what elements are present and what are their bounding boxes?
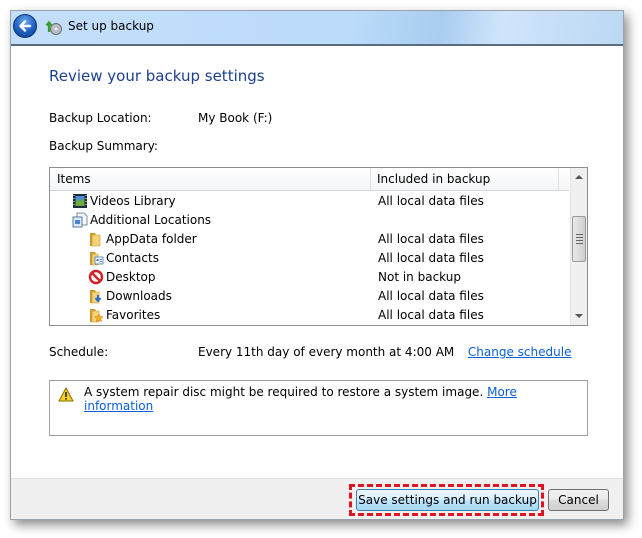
item-included: All local data files [378, 289, 484, 303]
item-name: Favorites [106, 308, 161, 322]
list-item[interactable]: Contacts All local data files [50, 249, 569, 268]
item-name: Desktop [106, 270, 156, 284]
schedule-value: Every 11th day of every month at 4:00 AM [198, 345, 455, 359]
backup-location-value: My Book (F:) [198, 111, 273, 125]
list-item[interactable]: Additional Locations [50, 211, 569, 230]
not-included-icon [88, 269, 104, 285]
vertical-scrollbar[interactable] [570, 168, 587, 325]
item-included: All local data files [378, 308, 484, 322]
backup-summary-list[interactable]: Items Included in backup Videos Library … [49, 167, 588, 326]
item-included: Not in backup [378, 270, 461, 284]
additional-locations-icon [72, 212, 88, 228]
schedule-label: Schedule: [49, 345, 109, 359]
folder-icon [90, 233, 101, 247]
grip-line [576, 239, 583, 241]
list-item[interactable]: Downloads All local data files [50, 287, 569, 306]
grip-line [576, 236, 583, 238]
window-title: Set up backup [68, 19, 154, 33]
scroll-down-arrow-icon[interactable] [575, 314, 583, 318]
list-header: Items Included in backup [50, 168, 569, 191]
video-library-icon [73, 194, 87, 208]
title-bar: Set up backup [11, 11, 623, 46]
item-name: Downloads [106, 289, 172, 303]
item-name: AppData folder [106, 232, 197, 246]
item-name: Additional Locations [90, 213, 212, 227]
scroll-up-arrow-icon[interactable] [575, 175, 583, 179]
save-and-run-backup-button[interactable]: Save settings and run backup [356, 489, 539, 511]
column-divider[interactable] [370, 168, 371, 190]
schedule-row: Every 11th day of every month at 4:00 AM… [198, 345, 571, 359]
column-header-included[interactable]: Included in backup [377, 172, 490, 186]
backup-summary-label: Backup Summary: [49, 139, 158, 153]
scrollbar-thumb[interactable] [572, 215, 586, 262]
grip-line [576, 233, 583, 235]
backup-location-label: Backup Location: [49, 111, 152, 125]
item-name: Contacts [106, 251, 159, 265]
list-item[interactable]: AppData folder All local data files [50, 230, 569, 249]
list-item[interactable]: Desktop Not in backup [50, 268, 569, 287]
item-included: All local data files [378, 251, 484, 265]
warning-text: A system repair disc might be required t… [84, 385, 484, 399]
favorites-folder-icon [90, 309, 104, 323]
setup-backup-window: Set up backup Review your backup setting… [10, 10, 624, 520]
item-included: All local data files [378, 232, 484, 246]
list-item[interactable]: Videos Library All local data files [50, 192, 569, 211]
grip-line [576, 242, 583, 244]
warning-icon [58, 387, 74, 402]
item-included: All local data files [378, 194, 484, 208]
page-heading: Review your backup settings [49, 67, 265, 85]
change-schedule-link[interactable]: Change schedule [468, 345, 572, 359]
warning-box: A system repair disc might be required t… [49, 380, 588, 436]
downloads-folder-icon [90, 290, 102, 304]
column-divider[interactable] [558, 168, 559, 190]
cancel-button[interactable]: Cancel [548, 489, 609, 511]
list-item[interactable]: Favorites All local data files [50, 306, 569, 325]
warning-message: A system repair disc might be required t… [84, 385, 587, 413]
column-header-items[interactable]: Items [57, 172, 91, 186]
contacts-folder-icon [90, 252, 104, 266]
back-arrow-icon [19, 20, 32, 32]
backup-icon [45, 20, 62, 35]
item-name: Videos Library [90, 194, 176, 208]
back-button[interactable] [13, 14, 37, 38]
